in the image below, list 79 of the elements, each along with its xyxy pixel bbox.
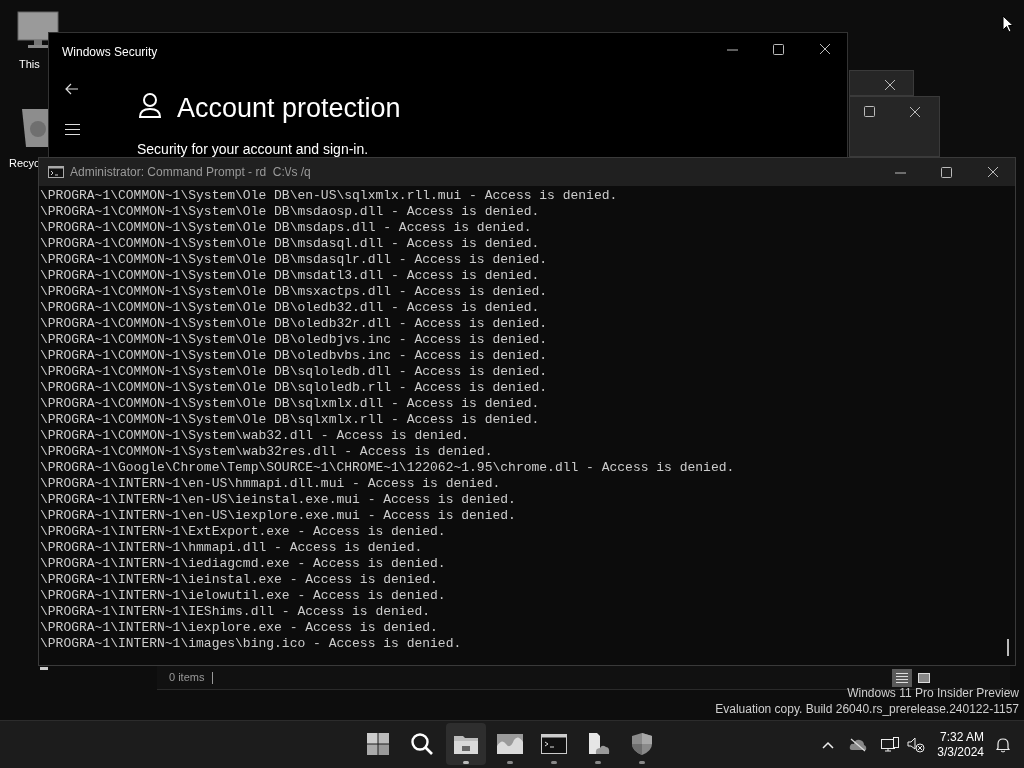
scrollbar-thumb[interactable] (1007, 639, 1009, 656)
photo-gallery-icon (497, 734, 523, 754)
search-icon (410, 732, 434, 756)
window-title: Windows Security (62, 44, 158, 61)
console-line: \PROGRA~1\COMMON~1\System\Ole DB\sqlxmlx.rll - Access is denied. (40, 412, 540, 428)
maximize-icon (864, 106, 875, 117)
close-icon (819, 43, 831, 55)
document-cloud-icon (586, 732, 610, 756)
clock-date[interactable]: 3/3/2024 (937, 745, 984, 760)
console-line: \PROGRA~1\INTERN~1\en-US\ieinstal.exe.mui - Access is denied. (40, 492, 516, 508)
cloud-off-icon[interactable] (849, 738, 868, 752)
console-line: \PROGRA~1\COMMON~1\System\Ole DB\en-US\sqlxmlx.rll.mui - Access is denied. (40, 188, 618, 204)
console-line: \PROGRA~1\COMMON~1\System\Ole DB\oledbjvs.inc - Access is denied. (40, 332, 548, 348)
console-line: \PROGRA~1\COMMON~1\System\wab32.dll - Access is denied. (40, 428, 470, 444)
window-title: Administrator: Command Prompt - rd C:\/s /q (70, 164, 311, 181)
speaker-muted-icon[interactable] (907, 737, 926, 753)
console-line: \PROGRA~1\COMMON~1\System\Ole DB\msdaps.dll - Access is denied. (40, 220, 532, 236)
shield-icon (631, 732, 653, 756)
details-view-button[interactable] (892, 668, 912, 687)
console-line: \PROGRA~1\COMMON~1\System\Ole DB\oledbvbs.inc - Access is denied. (40, 348, 548, 364)
desktop-icon-label[interactable]: This (19, 56, 40, 73)
console-line: \PROGRA~1\INTERN~1\iexplore.exe - Access is denied. (40, 620, 438, 636)
page-subtitle: Security for your account and sign-in. (137, 140, 369, 159)
console-line: \PROGRA~1\INTERN~1\en-US\iexplore.exe.mui - Access is denied. (40, 508, 516, 524)
console-line: \PROGRA~1\INTERN~1\IEShims.dll - Access is denied. (40, 604, 431, 620)
monitor-icon (16, 10, 60, 50)
console-line: \PROGRA~1\COMMON~1\System\Ole DB\msdasqlr.dll - Access is denied. (40, 252, 548, 268)
tile-view-icon (917, 671, 931, 684)
console-line: \PROGRA~1\COMMON~1\System\Ole DB\oledb32.dll - Access is denied. (40, 300, 540, 316)
console-line: \PROGRA~1\COMMON~1\System\Ole DB\msdasql.dll - Access is denied. (40, 236, 540, 252)
desktop-icon-label[interactable]: Recyc (9, 155, 40, 172)
terminal-icon (541, 734, 567, 754)
list-view-icon (895, 671, 909, 684)
close-button[interactable] (819, 43, 831, 55)
console-line: \PROGRA~1\INTERN~1\images\bing.ico - Access is denied. (40, 636, 462, 652)
mouse-pointer-icon (1002, 15, 1014, 33)
console-line: \PROGRA~1\INTERN~1\en-US\hmmapi.dll.mui - Access is denied. (40, 476, 501, 492)
os-notice-text: Evaluation copy. Build 26040.rs_prerelease.240122-1157 (715, 701, 1019, 717)
running-indicator (463, 761, 469, 764)
close-icon (909, 106, 921, 118)
console-line: \PROGRA~1\INTERN~1\ielowutil.exe - Access is denied. (40, 588, 446, 604)
console-line: \PROGRA~1\COMMON~1\System\Ole DB\msxactps.dll - Access is denied. (40, 284, 548, 300)
menu-icon[interactable] (65, 124, 80, 135)
close-icon (987, 166, 999, 178)
console-line: \PROGRA~1\COMMON~1\System\Ole DB\sqlxmlx.dll - Access is denied. (40, 396, 540, 412)
console-line: \PROGRA~1\COMMON~1\System\Ole DB\oledb32r.dll - Access is denied. (40, 316, 548, 332)
console-line: \PROGRA~1\COMMON~1\System\Ole DB\msdaosp.dll - Access is denied. (40, 204, 540, 220)
maximize-button[interactable] (941, 166, 953, 178)
maximize-button[interactable] (773, 43, 785, 55)
console-line: \PROGRA~1\COMMON~1\System\Ole DB\sqloledb.dll - Access is denied. (40, 364, 548, 380)
start-icon (366, 732, 390, 756)
clock-time[interactable]: 7:32 AM (939, 730, 984, 745)
page-heading: Account protection (177, 92, 401, 125)
text-cursor (40, 667, 48, 670)
taskbar-button[interactable] (446, 723, 486, 765)
os-notice-text: Windows 11 Pro Insider Preview (847, 685, 1019, 701)
folder-icon (453, 733, 479, 755)
console-line: \PROGRA~1\COMMON~1\System\Ole DB\msdatl3.dll - Access is denied. (40, 268, 540, 284)
console-icon (48, 166, 64, 178)
console-line: \PROGRA~1\INTERN~1\ieinstal.exe - Access is denied. (40, 572, 438, 588)
console-line: \PROGRA~1\INTERN~1\ExtExport.exe - Access is denied. (40, 524, 446, 540)
maximize-icon (773, 43, 784, 55)
running-indicator (639, 761, 645, 764)
close-button[interactable] (987, 166, 999, 178)
item-count: 0 items (169, 670, 205, 686)
person-icon (138, 93, 162, 119)
network-icon[interactable] (881, 737, 900, 753)
running-indicator (551, 761, 557, 764)
console-line: \PROGRA~1\INTERN~1\iediagcmd.exe - Access is denied. (40, 556, 446, 572)
console-line: \PROGRA~1\COMMON~1\System\Ole DB\sqloledb.rll - Access is denied. (40, 380, 548, 396)
running-indicator (507, 761, 513, 764)
console-line: \PROGRA~1\Google\Chrome\Temp\SOURCE~1\CHROME~1\122062~1.95\chrome.dll - Access is denied. (40, 460, 735, 476)
running-indicator (595, 761, 601, 764)
notification-bell-icon[interactable] (996, 737, 1010, 753)
console-line: \PROGRA~1\INTERN~1\hmmapi.dll - Access is denied. (40, 540, 423, 556)
back-button[interactable] (65, 83, 79, 95)
maximize-icon (941, 166, 952, 178)
console-line: \PROGRA~1\COMMON~1\System\wab32res.dll - Access is denied. (40, 444, 493, 460)
close-icon (884, 79, 896, 91)
